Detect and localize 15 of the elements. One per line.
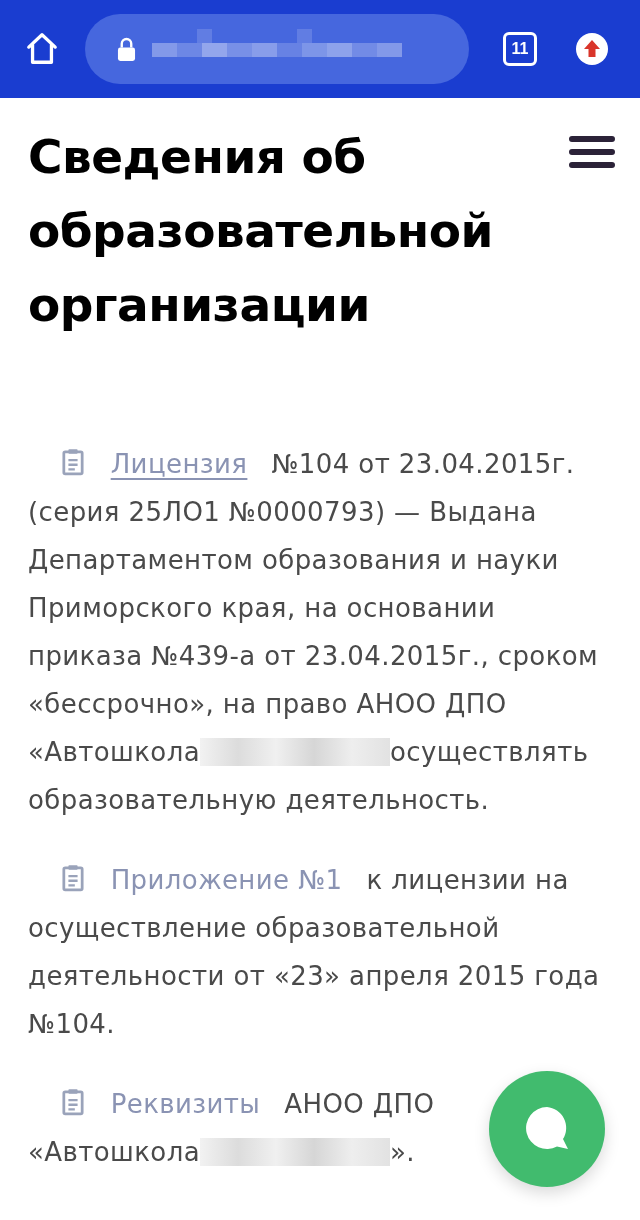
clipboard-icon [62, 448, 84, 476]
menu-icon[interactable] [568, 134, 616, 170]
upload-icon[interactable] [575, 32, 609, 66]
clipboard-icon [62, 1088, 84, 1116]
entry-paragraph: Лицензия №104 от 23.04.2015г. (серия 25ЛО1 №0000793) — Выдана Департаментом образования и науки Приморского края, на основании приказа №439-а от 23.04.2015г., сроком «бессрочно», на право АНОО ДПО «Автошкола осуществлять образовательную деятельность. [28, 447, 600, 817]
document-link[interactable]: Приложение №1 [110, 865, 343, 895]
document-link[interactable]: Реквизиты [110, 1089, 261, 1119]
entry-paragraph: Приложение №1 к лицензии на осуществление образовательной деятельности от «23» апреля 2015 года №104. [28, 863, 601, 1041]
tab-count[interactable]: 11 [503, 32, 537, 66]
lock-icon [117, 36, 136, 62]
page-title: Сведения об образовательной организации [28, 128, 494, 334]
clipboard-icon [62, 864, 84, 892]
home-icon[interactable] [25, 32, 59, 66]
entry-paragraph: Реквизиты АНОО ДПО «Автошкола ». [28, 1087, 436, 1169]
document-link[interactable]: Лицензия [110, 449, 248, 479]
